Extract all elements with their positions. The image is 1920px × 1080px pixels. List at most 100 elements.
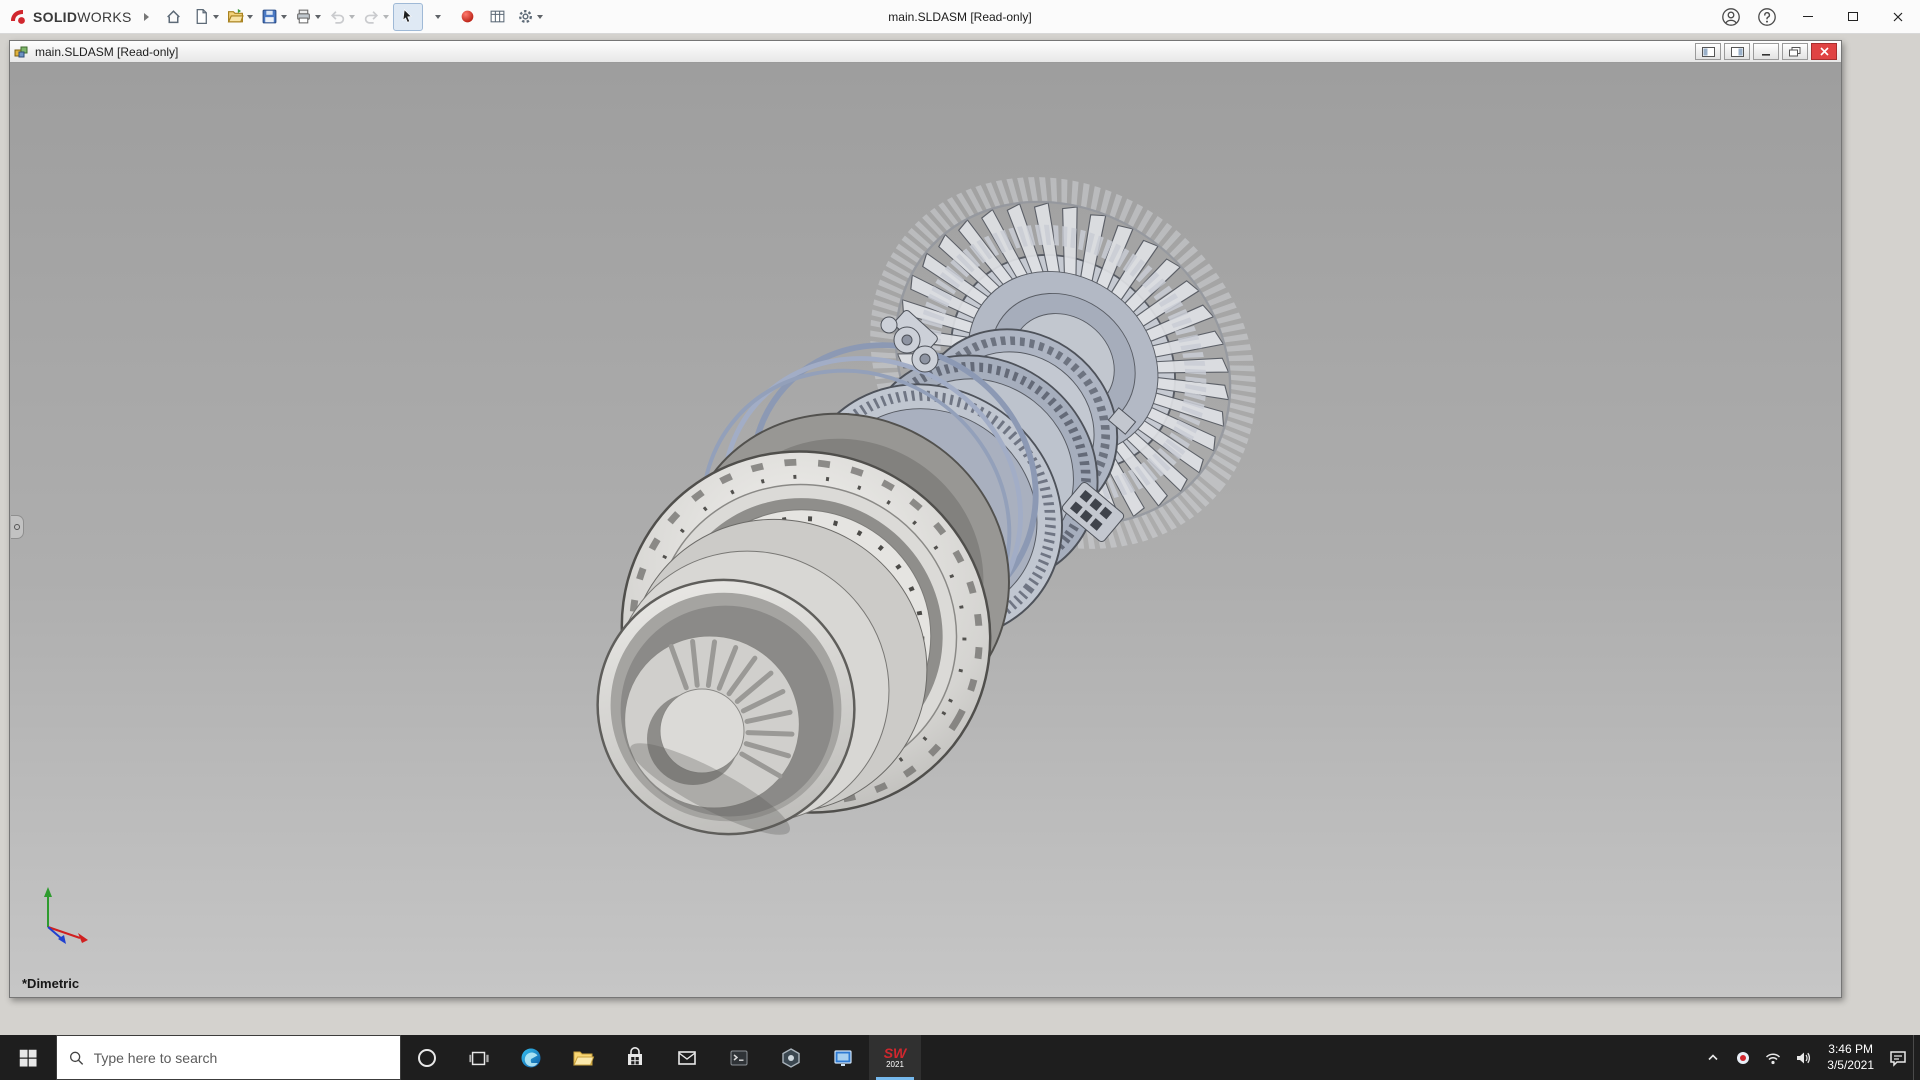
show-desktop-button[interactable] — [1913, 1035, 1920, 1080]
file-explorer-button[interactable] — [557, 1035, 609, 1080]
blue-app-icon — [831, 1046, 855, 1070]
select-cursor-icon — [399, 8, 416, 25]
windows-taskbar: SW 2021 3:46 PM 3/5/2021 — [0, 1035, 1920, 1080]
mail-button[interactable] — [661, 1035, 713, 1080]
tray-app-button[interactable] — [1728, 1035, 1758, 1080]
pane-left-icon — [1702, 47, 1715, 57]
minimize-icon — [1803, 16, 1813, 17]
sw-icon-year: 2021 — [886, 1061, 904, 1069]
solidworks-logo-icon — [8, 7, 28, 27]
menu-flyout-arrow-icon[interactable] — [144, 13, 149, 21]
home-button[interactable] — [159, 3, 189, 31]
select-tool-dropdown[interactable] — [423, 3, 453, 31]
chevron-down-icon — [349, 15, 355, 19]
open-folder-icon — [227, 8, 244, 25]
open-button[interactable] — [223, 3, 257, 31]
action-center-button[interactable] — [1883, 1035, 1913, 1080]
new-document-icon — [193, 8, 210, 25]
help-button[interactable] — [1749, 0, 1785, 34]
chevron-down-icon — [281, 15, 287, 19]
volume-button[interactable] — [1788, 1035, 1818, 1080]
save-button[interactable] — [257, 3, 291, 31]
maximize-button[interactable] — [1830, 0, 1875, 34]
task-view-icon — [468, 1047, 490, 1069]
solidworks-taskbar-button[interactable]: SW 2021 — [869, 1035, 921, 1080]
select-tool-button[interactable] — [393, 3, 423, 31]
child-restore-button[interactable] — [1782, 43, 1808, 60]
search-icon — [68, 1049, 85, 1067]
cortana-button[interactable] — [401, 1035, 453, 1080]
close-icon — [1819, 46, 1830, 57]
new-document-button[interactable] — [189, 3, 223, 31]
view-orientation-label: *Dimetric — [22, 976, 79, 991]
close-button[interactable] — [1875, 0, 1920, 34]
file-explorer-icon — [571, 1046, 595, 1070]
store-button[interactable] — [609, 1035, 661, 1080]
options-button[interactable] — [513, 3, 547, 31]
print-button[interactable] — [291, 3, 325, 31]
home-icon — [165, 8, 182, 25]
blue-app-button[interactable] — [817, 1035, 869, 1080]
close-icon — [1891, 10, 1905, 24]
featuremanager-flyout-tab[interactable] — [11, 515, 24, 539]
hexagon-app-button[interactable] — [765, 1035, 817, 1080]
network-wifi-icon — [1764, 1050, 1782, 1066]
user-account-button[interactable] — [1713, 0, 1749, 34]
pane-left-button[interactable] — [1695, 43, 1721, 60]
edge-button[interactable] — [505, 1035, 557, 1080]
action-center-icon — [1888, 1048, 1908, 1068]
brand-text: SOLIDWORKS — [33, 9, 132, 25]
solidworks-logo: SOLIDWORKS — [8, 7, 132, 27]
store-icon — [623, 1046, 647, 1070]
titlebar-right-controls — [1713, 0, 1920, 34]
taskbar-search-box[interactable] — [56, 1035, 401, 1080]
mail-icon — [675, 1046, 699, 1070]
user-account-icon — [1721, 7, 1741, 27]
document-window: main.SLDASM [Read-only] — [9, 40, 1842, 998]
child-minimize-button[interactable] — [1753, 43, 1779, 60]
design-table-button[interactable] — [483, 3, 513, 31]
engine-3d-model[interactable] — [10, 63, 1841, 997]
clock-date: 3/5/2021 — [1827, 1058, 1874, 1074]
cortana-icon — [416, 1047, 438, 1069]
terminal-button[interactable] — [713, 1035, 765, 1080]
volume-icon — [1795, 1050, 1812, 1066]
graphics-viewport[interactable]: *Dimetric — [10, 63, 1841, 997]
mouse-gesture-icon — [459, 8, 476, 25]
window-document-title: main.SLDASM [Read-only] — [888, 10, 1031, 24]
chevron-down-icon — [383, 15, 389, 19]
chevron-up-icon — [1705, 1050, 1721, 1066]
chevron-down-icon — [537, 15, 543, 19]
hexagon-app-icon — [779, 1046, 803, 1070]
redo-button[interactable] — [359, 3, 393, 31]
pane-right-button[interactable] — [1724, 43, 1750, 60]
start-button[interactable] — [0, 1035, 56, 1080]
undo-icon — [329, 8, 346, 25]
chevron-down-icon — [247, 15, 253, 19]
mdi-background: main.SLDASM [Read-only] — [0, 34, 1920, 1035]
taskbar-clock[interactable]: 3:46 PM 3/5/2021 — [1818, 1035, 1883, 1080]
tray-app-icon — [1735, 1050, 1751, 1066]
mouse-gesture-button[interactable] — [453, 3, 483, 31]
orientation-triad — [30, 883, 96, 949]
minimize-button[interactable] — [1785, 0, 1830, 34]
tray-expand-button[interactable] — [1698, 1035, 1728, 1080]
design-table-icon — [489, 8, 506, 25]
flyout-dot-icon — [14, 524, 20, 530]
solidworks-app-icon: SW 2021 — [884, 1046, 907, 1069]
pane-right-icon — [1731, 47, 1744, 57]
windows-start-icon — [17, 1047, 39, 1069]
network-button[interactable] — [1758, 1035, 1788, 1080]
edge-icon — [519, 1046, 543, 1070]
document-window-buttons — [1695, 43, 1837, 60]
app-titlebar: SOLIDWORKS main.SLDASM [Read-on — [0, 0, 1920, 34]
redo-icon — [363, 8, 380, 25]
child-close-button[interactable] — [1811, 43, 1837, 60]
document-window-titlebar[interactable]: main.SLDASM [Read-only] — [10, 41, 1841, 63]
search-input[interactable] — [94, 1050, 389, 1066]
document-window-title: main.SLDASM [Read-only] — [35, 45, 178, 59]
undo-button[interactable] — [325, 3, 359, 31]
brand-bold: SOLID — [33, 9, 77, 25]
task-view-button[interactable] — [453, 1035, 505, 1080]
minimize-icon — [1760, 47, 1772, 57]
